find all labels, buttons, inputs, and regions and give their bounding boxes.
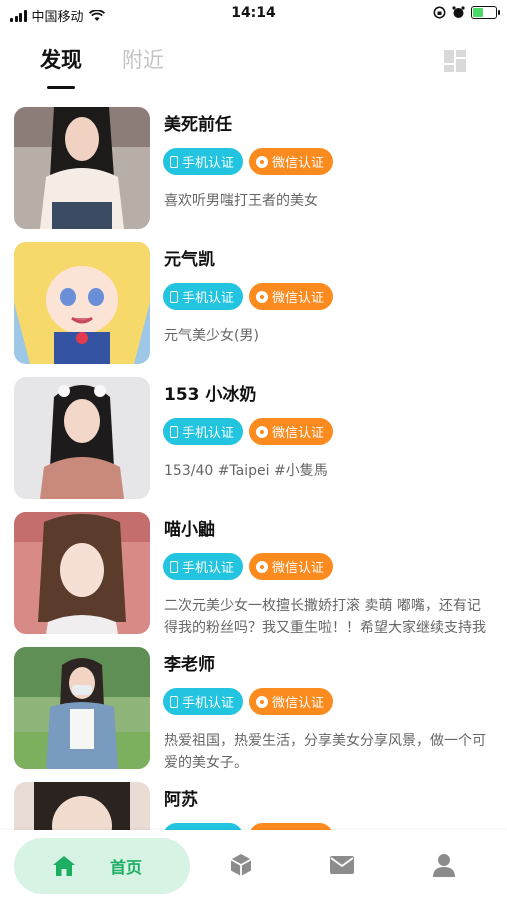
user-bio: 153/40 #Taipei #小隻馬: [164, 463, 328, 479]
user-list[interactable]: 美死前任 手机认证 微信认证 喜欢听男嗤打王者的美女 元气凯 手机认证 微信认证: [0, 106, 507, 830]
user-avatar[interactable]: [14, 647, 150, 769]
wechat-verified-badge: 微信认证: [249, 283, 334, 310]
phone-verified-badge: 手机认证: [163, 553, 244, 580]
cube-icon[interactable]: [228, 852, 254, 878]
tab-discover[interactable]: 发现: [40, 44, 82, 74]
user-card[interactable]: 美死前任 手机认证 微信认证 喜欢听男嗤打王者的美女: [0, 106, 507, 241]
wechat-icon: [256, 425, 269, 438]
phone-icon: [170, 425, 178, 438]
wechat-verified-label: 微信认证: [272, 696, 325, 711]
user-card[interactable]: 李老师 手机认证 微信认证 热爱祖国，热爱生活，分享美女分享风景，做一个可爱的美…: [0, 646, 507, 781]
wechat-verified-badge: 微信认证: [249, 688, 334, 715]
phone-verified-label: 手机认证: [182, 426, 235, 441]
wechat-icon: [256, 560, 269, 573]
wechat-icon: [256, 695, 269, 708]
mail-icon[interactable]: [329, 852, 355, 878]
user-avatar[interactable]: [14, 107, 150, 229]
user-avatar[interactable]: [14, 242, 150, 364]
verification-badges: 手机认证 微信认证: [163, 688, 334, 715]
wechat-verified-label: 微信认证: [272, 156, 325, 171]
phone-verified-label: 手机认证: [182, 291, 235, 306]
user-bio: 元气美少女(男): [164, 328, 259, 344]
nav-home-button[interactable]: 首页: [14, 838, 190, 894]
wechat-verified-badge: 微信认证: [249, 823, 334, 830]
verification-badges: 手机认证 微信认证: [163, 148, 334, 175]
user-name: 元气凯: [164, 250, 215, 270]
user-name: 阿苏: [164, 790, 198, 810]
phone-verified-badge: 手机认证: [163, 823, 244, 830]
user-name: 李老师: [164, 655, 215, 675]
phone-verified-label: 手机认证: [182, 156, 235, 171]
wechat-verified-badge: 微信认证: [249, 418, 334, 445]
phone-icon: [170, 155, 178, 168]
home-icon: [53, 856, 75, 876]
user-name: 美死前任: [164, 115, 232, 135]
alarm-icon: [452, 6, 465, 18]
bottom-nav: 首页: [0, 830, 507, 900]
phone-verified-label: 手机认证: [182, 561, 235, 576]
phone-verified-badge: 手机认证: [163, 688, 244, 715]
profile-icon[interactable]: [431, 852, 457, 878]
user-avatar[interactable]: [14, 512, 150, 634]
user-card[interactable]: 元气凯 手机认证 微信认证 元气美少女(男): [0, 241, 507, 376]
user-bio: 二次元美少女一枚擅长撒娇打滚 卖萌 嘟嘴，还有记得我的粉丝吗？我又重生啦！！希望…: [164, 598, 486, 636]
active-tab-indicator: [47, 86, 75, 89]
layout-grid-icon[interactable]: [443, 49, 467, 73]
user-bio: 喜欢听男嗤打王者的美女: [164, 193, 318, 209]
phone-icon: [170, 560, 178, 573]
status-bar: 中国移动 14:14: [0, 0, 507, 28]
wechat-verified-label: 微信认证: [272, 291, 325, 306]
wechat-verified-label: 微信认证: [272, 561, 325, 576]
user-avatar[interactable]: [14, 782, 150, 830]
verification-badges: 手机认证 微信认证: [163, 553, 334, 580]
phone-verified-badge: 手机认证: [163, 418, 244, 445]
user-card[interactable]: 153 小冰奶 手机认证 微信认证 153/40 #Taipei #小隻馬: [0, 376, 507, 511]
wechat-verified-label: 微信认证: [272, 426, 325, 441]
wechat-verified-badge: 微信认证: [249, 553, 334, 580]
user-avatar[interactable]: [14, 377, 150, 499]
phone-verified-badge: 手机认证: [163, 148, 244, 175]
phone-verified-label: 手机认证: [182, 696, 235, 711]
user-card[interactable]: 喵小鼬 手机认证 微信认证 二次元美少女一枚擅长撒娇打滚 卖萌 嘟嘴，还有记得我…: [0, 511, 507, 646]
phone-icon: [170, 290, 178, 303]
screen-lock-icon: [433, 6, 446, 19]
verification-badges: 手机认证 微信认证: [163, 418, 334, 445]
wechat-icon: [256, 155, 269, 168]
user-card[interactable]: 阿苏 手机认证 微信认证: [0, 781, 507, 830]
wechat-icon: [256, 290, 269, 303]
clock: 14:14: [231, 5, 276, 21]
verification-badges: 手机认证 微信认证: [163, 823, 334, 830]
phone-verified-badge: 手机认证: [163, 283, 244, 310]
wechat-verified-badge: 微信认证: [249, 148, 334, 175]
top-tabs: 发现 附近: [40, 44, 164, 74]
user-name: 153 小冰奶: [164, 385, 257, 405]
tab-nearby[interactable]: 附近: [122, 44, 164, 74]
verification-badges: 手机认证 微信认证: [163, 283, 334, 310]
user-name: 喵小鼬: [164, 520, 215, 540]
status-right: [433, 6, 500, 19]
user-bio: 热爱祖国，热爱生活，分享美女分享风景，做一个可爱的美女子。: [164, 733, 486, 771]
battery-icon: [471, 6, 500, 19]
nav-home-label: 首页: [110, 858, 143, 877]
phone-icon: [170, 695, 178, 708]
